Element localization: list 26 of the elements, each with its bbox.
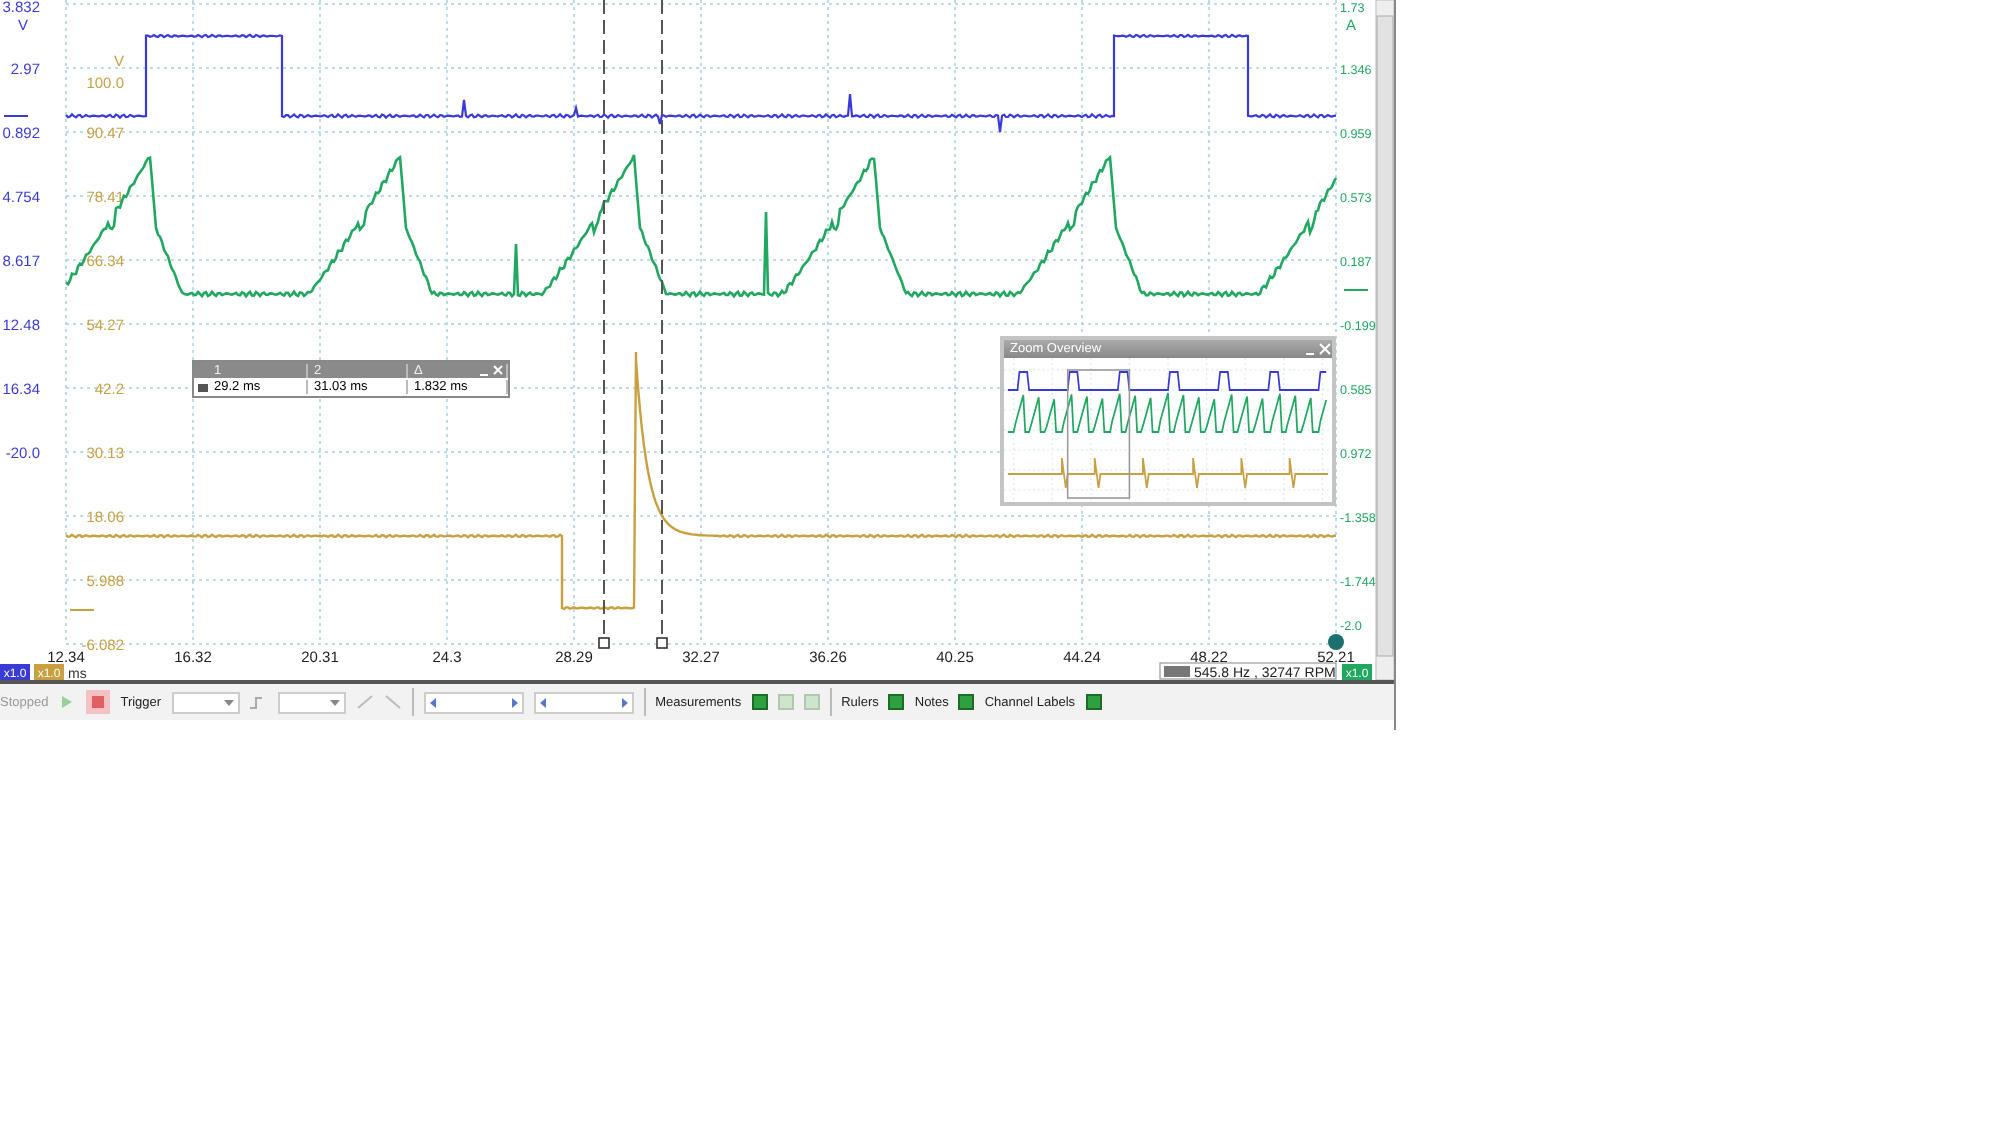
stop-button[interactable] bbox=[86, 690, 111, 714]
window-controls-icon[interactable] bbox=[480, 364, 504, 376]
trigger-mode-button[interactable] bbox=[249, 693, 268, 711]
offset-marker[interactable] bbox=[3, 115, 29, 117]
offset-marker[interactable] bbox=[1343, 289, 1369, 291]
measurement-icon bbox=[1164, 666, 1190, 677]
left-arrow-icon[interactable] bbox=[539, 697, 546, 707]
ruler-icon bbox=[198, 383, 208, 391]
axis-handle[interactable] bbox=[1328, 634, 1344, 650]
rulers-button[interactable] bbox=[888, 694, 905, 710]
navigation-field[interactable] bbox=[423, 691, 524, 713]
ruler-line[interactable] bbox=[656, 0, 668, 649]
add-measurement-button[interactable] bbox=[751, 694, 768, 710]
navigation-field[interactable] bbox=[533, 691, 634, 713]
vertical-scrollbar[interactable] bbox=[1375, 0, 1394, 680]
right-arrow-icon[interactable] bbox=[621, 697, 628, 707]
left-arrow-icon[interactable] bbox=[429, 697, 436, 707]
right-arrow-icon[interactable] bbox=[511, 697, 518, 707]
overview-drawing[interactable] bbox=[1004, 358, 1332, 502]
channel-labels-button[interactable] bbox=[1085, 694, 1102, 710]
ruler-line[interactable] bbox=[598, 0, 610, 649]
offset-marker[interactable] bbox=[69, 609, 95, 611]
caret-icon bbox=[329, 699, 340, 705]
notes-button[interactable] bbox=[958, 694, 975, 710]
window-controls-icon[interactable] bbox=[1304, 342, 1332, 356]
caret-icon bbox=[223, 699, 234, 705]
